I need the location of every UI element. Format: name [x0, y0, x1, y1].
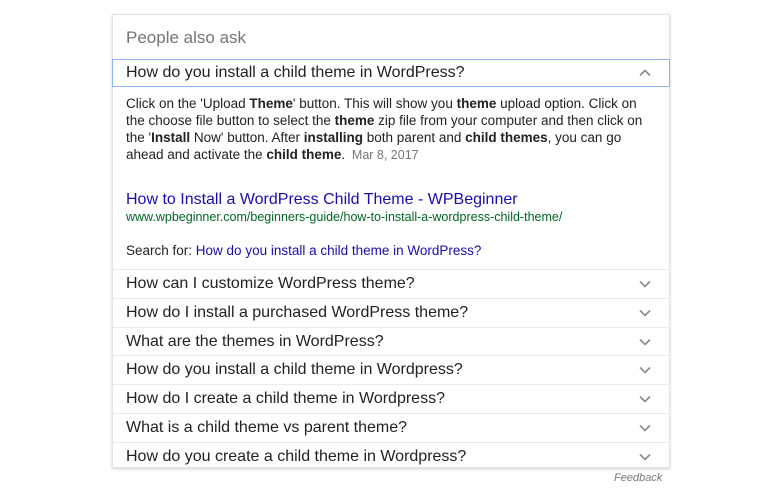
open-question-text: How do you install a child theme in Word… [126, 64, 465, 81]
question-text: How do you create a child theme in Wordp… [126, 447, 467, 465]
chevron-down-icon[interactable] [638, 421, 652, 435]
question-row[interactable]: How do I create a child theme in Wordpre… [113, 384, 669, 413]
question-row[interactable]: How do you create a child theme in Wordp… [113, 441, 669, 471]
question-text: How do you install a child theme in Word… [126, 361, 463, 379]
question-row[interactable]: How do I install a purchased WordPress t… [113, 297, 669, 327]
chevron-down-icon[interactable] [638, 277, 652, 291]
chevron-up-icon[interactable] [638, 66, 652, 80]
question-row[interactable]: What are the themes in WordPress? [113, 326, 669, 356]
question-text: How do I install a purchased WordPress t… [126, 303, 469, 321]
answer-text: Click on the 'Upload Theme' button. This… [126, 96, 643, 162]
search-for: Search for: How do you install a child t… [126, 243, 481, 258]
chevron-down-icon[interactable] [638, 450, 652, 464]
chevron-down-icon[interactable] [638, 335, 652, 349]
question-text: How can I customize WordPress theme? [126, 275, 415, 292]
question-text: What are the themes in WordPress? [126, 332, 384, 350]
panel-heading: People also ask [126, 28, 247, 47]
answer-date: Mar 8, 2017 [351, 148, 419, 162]
source-url: www.wpbeginner.com/beginners-guide/how-t… [126, 210, 563, 224]
feedback-link[interactable]: Feedback [614, 472, 662, 484]
question-row[interactable]: How do you install a child theme in Word… [113, 355, 669, 384]
people-also-ask-panel: People also ask How do you install a chi… [112, 14, 670, 468]
question-text: How do I create a child theme in Wordpre… [126, 390, 445, 408]
question-text: What is a child theme vs parent theme? [126, 419, 408, 436]
open-question-row[interactable]: How do you install a child theme in Word… [112, 59, 670, 87]
question-row[interactable]: What is a child theme vs parent theme? [113, 413, 669, 442]
chevron-down-icon[interactable] [638, 306, 652, 320]
chevron-down-icon[interactable] [638, 363, 652, 377]
search-for-label: Search for: [126, 243, 193, 258]
chevron-down-icon[interactable] [638, 392, 652, 406]
source-title-link[interactable]: How to Install a WordPress Child Theme -… [126, 191, 518, 209]
search-for-link[interactable]: How do you install a child theme in Word… [196, 243, 482, 258]
question-row[interactable]: How can I customize WordPress theme? [113, 269, 669, 298]
